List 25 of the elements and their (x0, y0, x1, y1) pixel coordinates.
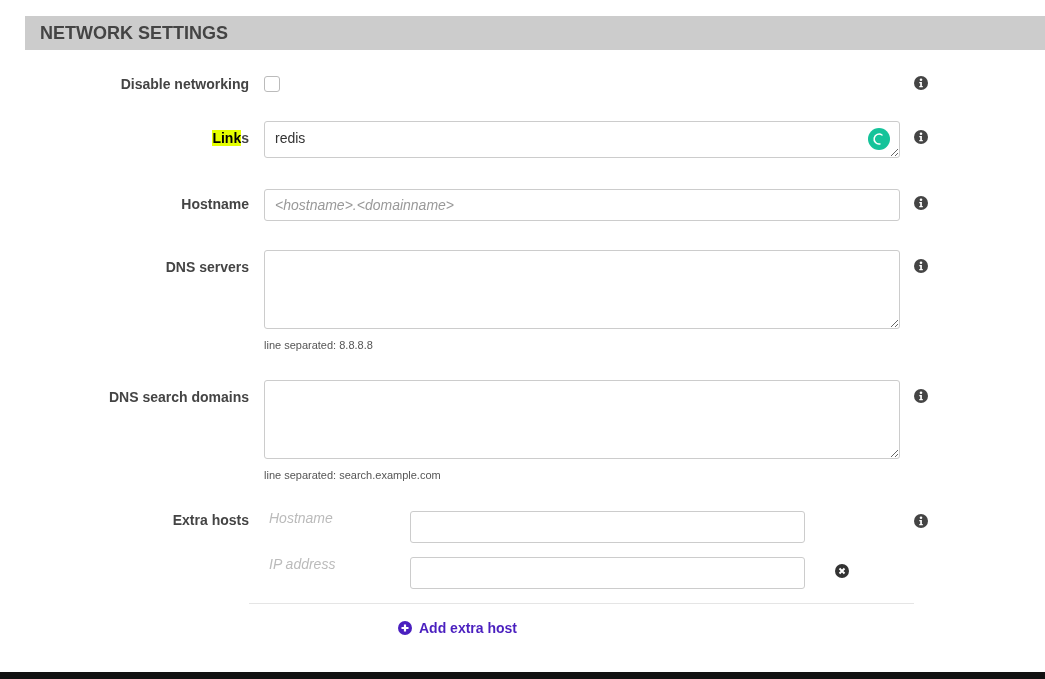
field-label: Disable networking (119, 76, 249, 92)
input-field[interactable]: <hostname>.<domainname> (264, 189, 900, 221)
hint-text: line separated: 8.8.8.8 (264, 339, 374, 351)
checkbox[interactable] (264, 76, 280, 92)
info-icon[interactable] (914, 130, 928, 144)
field-label: Hostname (269, 510, 334, 526)
info-icon[interactable] (914, 389, 928, 403)
add-extra-host-button[interactable]: Add extra host (398, 620, 517, 636)
plus-icon (398, 621, 412, 635)
hint-text: line separated: search.example.com (264, 469, 442, 481)
info-icon[interactable] (914, 259, 928, 273)
field-label: Hostname (180, 195, 249, 212)
section-title: NETWORK SETTINGS (40, 22, 228, 44)
field-label: DNS search domains (107, 388, 249, 405)
info-icon[interactable] (914, 514, 928, 528)
input-field[interactable] (410, 557, 805, 589)
remove-icon[interactable] (835, 564, 849, 578)
field-label: DNS servers (164, 258, 249, 275)
info-icon[interactable] (914, 196, 928, 210)
field-label: Extra hosts (171, 512, 249, 528)
field-label: IP address (269, 556, 337, 572)
field-label: Links (211, 129, 249, 146)
info-icon[interactable] (914, 76, 928, 90)
input-field[interactable] (410, 511, 805, 543)
text-area[interactable]: redis (264, 121, 900, 158)
